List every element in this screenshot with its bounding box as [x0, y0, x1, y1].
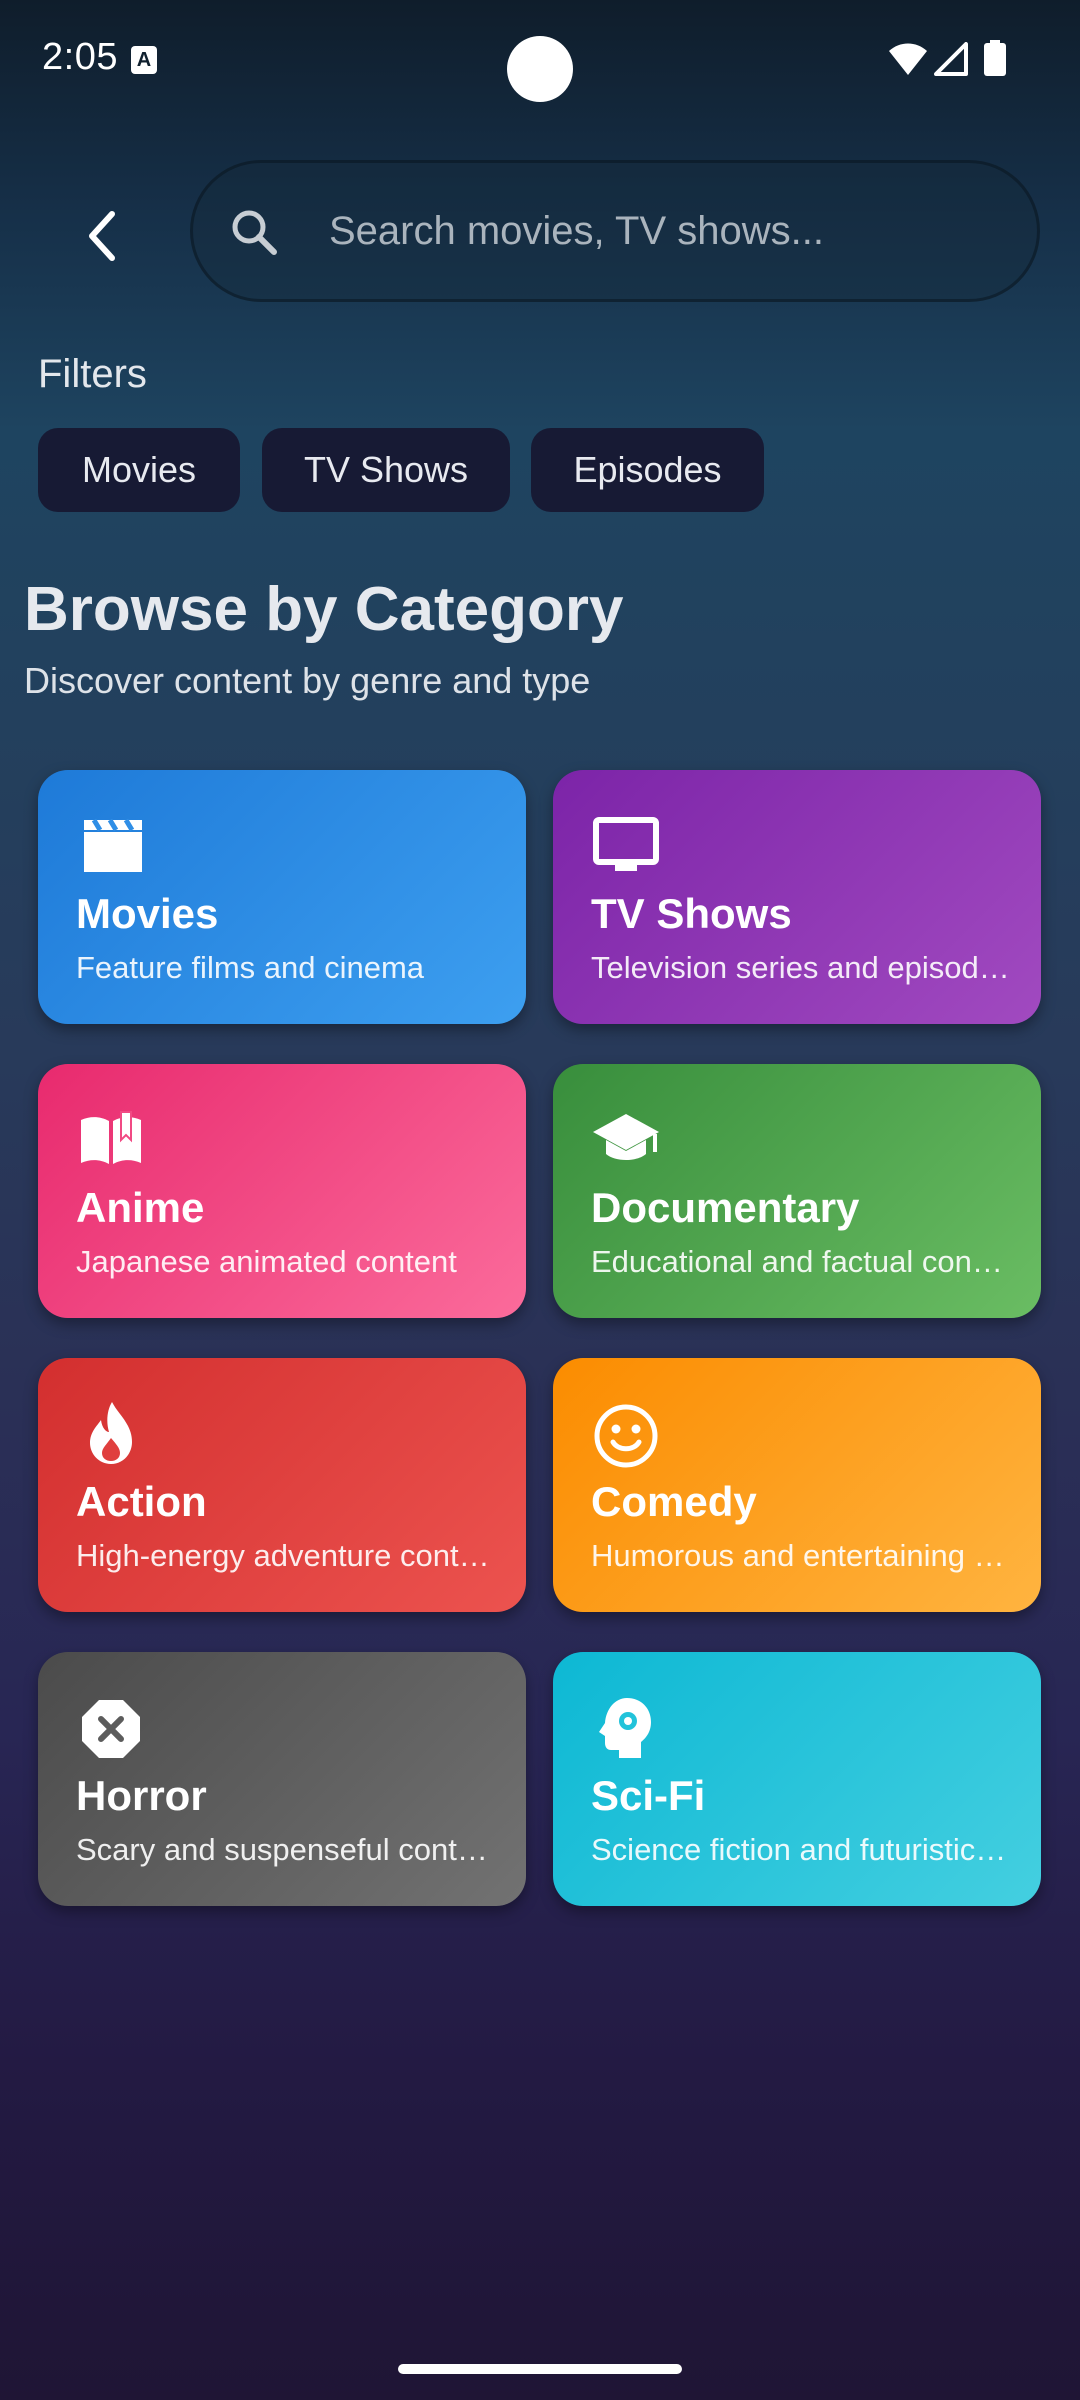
category-title: TV Shows [591, 890, 792, 937]
psychology-head-icon [599, 1698, 651, 1758]
graduation-cap-icon [593, 1114, 659, 1160]
page-title: Browse by Category [24, 575, 624, 644]
search-input[interactable] [329, 163, 1009, 299]
category-card-comedy[interactable]: Comedy Humorous and entertaining content [553, 1358, 1041, 1612]
filter-chip-movies[interactable]: Movies [38, 428, 240, 512]
category-title: Horror [76, 1772, 207, 1819]
battery-icon [984, 40, 1006, 76]
cancel-octagon-icon [82, 1700, 140, 1758]
status-time: 2:05 [42, 36, 118, 78]
smiley-icon [594, 1404, 658, 1468]
category-title: Anime [76, 1184, 205, 1231]
back-button[interactable] [62, 196, 142, 276]
category-title: Sci-Fi [591, 1772, 706, 1819]
category-title: Documentary [591, 1184, 860, 1231]
category-description: Educational and factual content [591, 1244, 1011, 1279]
category-title: Movies [76, 890, 219, 937]
tv-icon [593, 817, 659, 871]
home-indicator[interactable] [398, 2364, 682, 2374]
notification-a-icon: A [131, 46, 157, 74]
search-bar[interactable] [190, 160, 1040, 302]
wifi-icon [889, 43, 927, 75]
filter-chip-episodes[interactable]: Episodes [531, 428, 764, 512]
category-description: Feature films and cinema [76, 950, 425, 985]
book-open-icon [81, 1111, 141, 1164]
cell-signal-icon [934, 42, 968, 76]
category-card-documentary[interactable]: Documentary Educational and factual cont… [553, 1064, 1041, 1318]
category-description: Humorous and entertaining content [591, 1538, 1011, 1573]
category-title: Comedy [591, 1478, 757, 1525]
category-description: Japanese animated content [76, 1244, 457, 1279]
category-card-anime[interactable]: Anime Japanese animated content [38, 1064, 526, 1318]
category-card-movies[interactable]: Movies Feature films and cinema [38, 770, 526, 1024]
chevron-left-icon [89, 211, 115, 261]
filter-chip-tv-shows[interactable]: TV Shows [262, 428, 510, 512]
search-icon [232, 210, 277, 255]
status-bar: 2:05 A [0, 0, 1080, 120]
filters-title: Filters [38, 352, 147, 396]
category-description: Television series and episodes [591, 950, 1011, 985]
page-subtitle: Discover content by genre and type [24, 660, 591, 701]
category-card-action[interactable]: Action High-energy adventure content [38, 1358, 526, 1612]
category-description: Scary and suspenseful content [76, 1832, 496, 1867]
flame-icon [90, 1402, 132, 1464]
clapperboard-icon [84, 818, 142, 872]
category-title: Action [76, 1478, 207, 1525]
camera-cutout [507, 36, 573, 102]
category-card-tv-shows[interactable]: TV Shows Television series and episodes [553, 770, 1041, 1024]
category-card-sci-fi[interactable]: Sci-Fi Science fiction and futuristic co… [553, 1652, 1041, 1906]
category-description: High-energy adventure content [76, 1538, 496, 1573]
category-description: Science fiction and futuristic content [591, 1832, 1011, 1867]
category-card-horror[interactable]: Horror Scary and suspenseful content [38, 1652, 526, 1906]
